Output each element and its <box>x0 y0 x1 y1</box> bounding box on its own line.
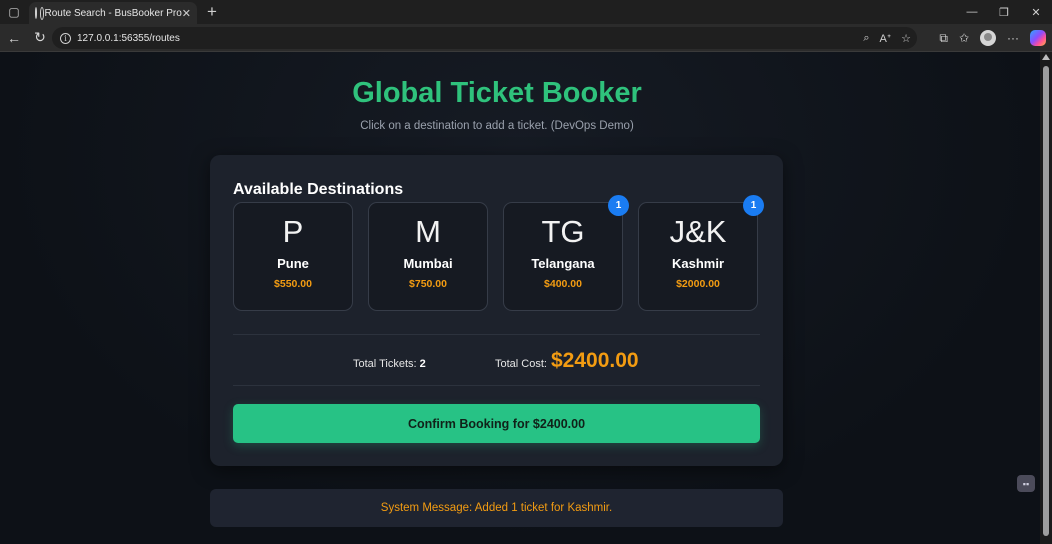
destination-card-kashmir[interactable]: 1 J&K Kashmir $2000.00 <box>638 195 764 311</box>
new-tab-button[interactable]: + <box>207 2 217 22</box>
destination-name: Pune <box>277 256 309 271</box>
more-menu-icon[interactable]: ··· <box>1007 31 1019 45</box>
destination-price: $750.00 <box>409 278 447 290</box>
destination-price: $400.00 <box>544 278 582 290</box>
profile-avatar[interactable] <box>980 30 996 46</box>
total-tickets-value: 2 <box>419 358 426 370</box>
destination-price: $550.00 <box>274 278 312 290</box>
minimize-button[interactable]: — <box>956 0 988 24</box>
ticket-count-badge: 1 <box>743 195 764 216</box>
globe-icon <box>35 7 47 20</box>
divider <box>233 385 760 386</box>
total-cost-label: Total Cost: <box>495 358 547 370</box>
url-text[interactable]: 127.0.0.1:56355/routes <box>77 33 180 44</box>
page-scrollbar[interactable] <box>1040 52 1052 544</box>
destination-name: Kashmir <box>671 256 725 271</box>
tab-actions-icon[interactable]: ▢ <box>3 2 25 22</box>
page-subtitle: Click on a destination to add a ticket. … <box>360 120 634 132</box>
address-toolbar: ← ↻ i 127.0.0.1:56355/routes ⌕ Aᐩ ☆ ⧉ ✩ … <box>0 24 1052 52</box>
favorites-icon[interactable]: ✩ <box>959 31 969 45</box>
browser-toolbar-right: ⧉ ✩ ··· <box>939 24 1046 52</box>
system-message: System Message: Added 1 ticket for Kashm… <box>210 489 783 527</box>
read-aloud-icon[interactable]: Aᐩ <box>880 32 892 45</box>
destination-card-mumbai[interactable]: M Mumbai $750.00 <box>368 202 488 311</box>
copilot-icon[interactable] <box>1030 30 1046 46</box>
destination-code: TG <box>541 214 585 249</box>
page-content: Global Ticket Booker Click on a destinat… <box>0 52 1040 544</box>
address-bar[interactable]: i 127.0.0.1:56355/routes ⌕ Aᐩ ☆ <box>52 27 917 49</box>
address-bar-actions: ⌕ Aᐩ ☆ <box>863 27 911 49</box>
destination-code: M <box>415 214 441 249</box>
assistant-widget-icon[interactable]: ▪▪ <box>1017 475 1035 492</box>
section-title: Available Destinations <box>233 181 404 198</box>
confirm-booking-button[interactable]: Confirm Booking for $2400.00 <box>233 404 760 443</box>
destination-name: Telangana <box>531 256 595 271</box>
close-window-button[interactable]: ✕ <box>1020 0 1052 24</box>
browser-tab[interactable]: Route Search - BusBooker Pro ✕ <box>29 2 197 24</box>
ticket-count-badge: 1 <box>608 195 629 216</box>
total-cost-value: $2400.00 <box>551 349 639 372</box>
extensions-icon[interactable]: ⧉ <box>939 31 948 46</box>
destination-card-pune[interactable]: P Pune $550.00 <box>233 202 353 311</box>
destination-list: P Pune $550.00 M Mumbai $750.00 1 TG Tel… <box>233 195 764 312</box>
tab-title: Route Search - BusBooker Pro <box>44 7 182 19</box>
maximize-button[interactable]: ❐ <box>988 0 1020 24</box>
zoom-icon[interactable]: ⌕ <box>863 32 869 45</box>
scroll-up-arrow-icon[interactable] <box>1042 54 1050 60</box>
favorite-star-icon[interactable]: ☆ <box>901 32 911 45</box>
destination-card-telangana[interactable]: 1 TG Telangana $400.00 <box>503 195 629 311</box>
destination-price: $2000.00 <box>676 278 720 290</box>
window-controls: — ❐ ✕ <box>956 0 1052 24</box>
total-tickets-label: Total Tickets: <box>353 358 417 370</box>
destination-code: J&K <box>669 214 727 249</box>
totals-summary: Total Tickets: 2 Total Cost: $2400.00 <box>233 349 760 377</box>
back-button[interactable]: ← <box>2 26 26 50</box>
destination-code: P <box>282 214 304 249</box>
scroll-thumb[interactable] <box>1043 66 1049 536</box>
site-info-icon[interactable]: i <box>60 32 71 44</box>
total-tickets: Total Tickets: 2 <box>353 358 426 370</box>
booking-panel: Available Destinations P Pune $550.00 M … <box>210 155 783 466</box>
browser-tab-bar: ▢ Route Search - BusBooker Pro ✕ + — ❐ ✕ <box>0 0 1052 24</box>
destination-name: Mumbai <box>403 256 453 271</box>
tab-close-icon[interactable]: ✕ <box>182 7 191 20</box>
refresh-button[interactable]: ↻ <box>28 26 52 50</box>
divider <box>233 334 760 335</box>
page-title: Global Ticket Booker <box>352 77 642 109</box>
